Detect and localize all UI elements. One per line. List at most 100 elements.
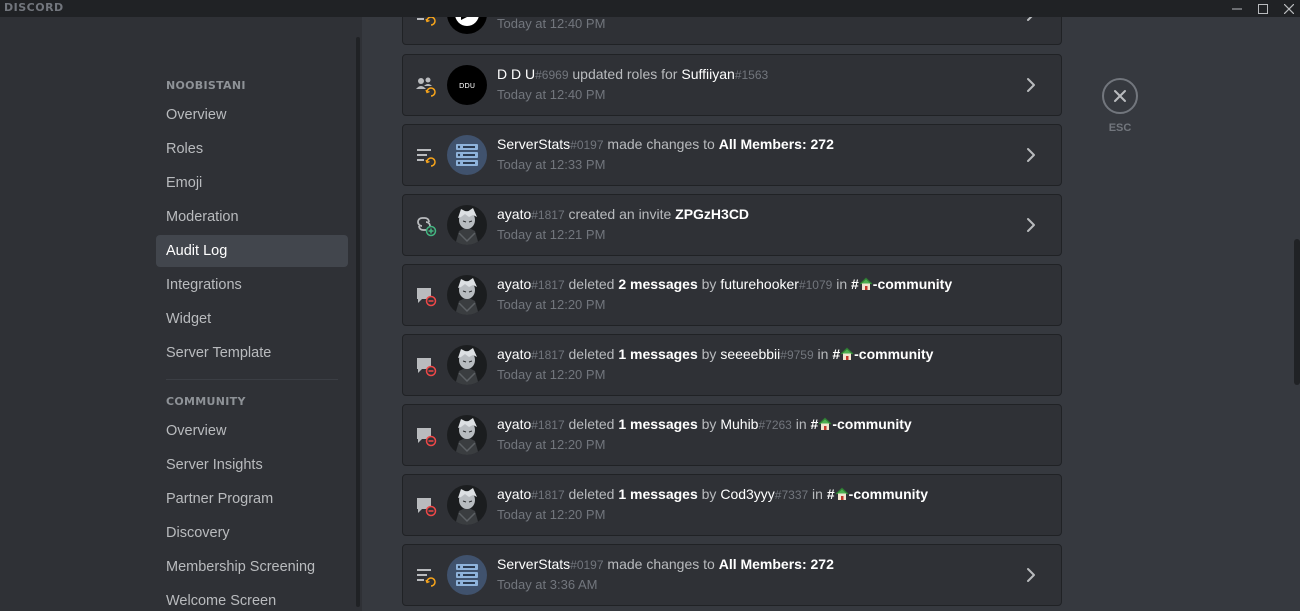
entry-user[interactable]: ayato [497,486,531,502]
server-section-header: NOOBISTANI [166,79,246,92]
nav-item-membership-screening[interactable]: Membership Screening [156,551,348,583]
entry-message-count: 1 messages [618,416,698,432]
audit-log-entry[interactable]: ayato#1817 deleted 1 messages by Cod3yyy… [402,474,1062,536]
chevron-right-icon[interactable] [1021,17,1041,24]
nav-item-discovery[interactable]: Discovery [156,517,348,549]
channel-hash: # [832,346,841,362]
channel-hash: # [826,486,835,502]
entry-timestamp: Today at 12:21 PM [497,227,606,242]
entry-action: deleted [564,416,619,432]
nav-item-partner-program[interactable]: Partner Program [156,483,348,515]
audit-log-entry[interactable]: ayato#1817 deleted 1 messages by seeeebb… [402,334,1062,396]
chevron-right-icon[interactable] [1021,565,1041,585]
nav-item-roles[interactable]: Roles [156,133,348,165]
entry-timestamp: Today at 12:40 PM [497,17,606,31]
entry-user-discriminator: #6969 [535,68,569,82]
nav-divider [166,379,338,380]
audit-log-entry[interactable]: ServerStats#0197 made changes to All Mem… [402,544,1062,606]
avatar [447,17,487,34]
nav-item-server-template[interactable]: Server Template [156,337,348,369]
maximize-icon[interactable] [1252,0,1274,17]
entry-target[interactable]: seeeebbii [720,346,780,362]
entry-timestamp: Today at 12:20 PM [497,437,606,452]
entry-action: made changes to [603,556,719,572]
channel-name[interactable]: -community [854,346,933,362]
roles-update-icon [415,75,437,97]
entry-user-discriminator: #0197 [570,138,604,152]
nav-item-overview[interactable]: Overview [156,99,348,131]
close-window-icon[interactable] [1278,0,1300,17]
entry-timestamp: Today at 12:40 PM [497,87,606,102]
content-scrollbar[interactable] [1294,239,1300,385]
entry-target[interactable]: Suffiiyan [681,66,734,82]
house-emoji-icon [840,347,854,361]
entry-user-discriminator: #1817 [531,348,565,362]
entry-message-count: 1 messages [618,346,698,362]
channel-name[interactable]: -community [849,486,928,502]
esc-label: ESC [1108,122,1132,134]
entry-user[interactable]: ayato [497,346,531,362]
entry-summary: ServerStats#0197 made changes to All Mem… [497,136,834,152]
entry-user[interactable]: ayato [497,206,531,222]
list-update-icon [415,145,437,167]
invite-create-icon [415,215,437,237]
entry-target[interactable]: Cod3yyy [720,486,774,502]
audit-log-entry[interactable]: Today at 12:40 PM [402,17,1062,45]
entry-target: ZPGzH3CD [675,206,750,222]
nav-item-audit-log[interactable]: Audit Log [156,235,348,267]
entry-action: made changes to [603,136,719,152]
audit-log-entry[interactable]: ayato#1817 deleted 2 messages by futureh… [402,264,1062,326]
avatar [447,415,487,455]
message-delete-icon [415,425,437,447]
nav-item-community-overview[interactable]: Overview [156,415,348,447]
chevron-right-icon[interactable] [1021,75,1041,95]
entry-user-discriminator: #0197 [570,558,604,572]
channel-name[interactable]: -community [873,276,952,292]
entry-target[interactable]: futurehooker [720,276,799,292]
nav-item-emoji[interactable]: Emoji [156,167,348,199]
avatar [447,345,487,385]
audit-log-entry[interactable]: DDU D D U#6969 updated roles for Suffiiy… [402,54,1062,116]
sidebar-scrollbar[interactable] [356,37,360,607]
entry-user[interactable]: ayato [497,276,531,292]
nav-item-server-insights[interactable]: Server Insights [156,449,348,481]
channel-name[interactable]: -community [832,416,911,432]
entry-summary: ServerStats#0197 made changes to All Mem… [497,556,834,572]
audit-log-entry[interactable]: ayato#1817 deleted 1 messages by Muhib#7… [402,404,1062,466]
entry-target: All Members: 272 [718,556,834,572]
nav-item-integrations[interactable]: Integrations [156,269,348,301]
entry-user-discriminator: #1817 [531,208,565,222]
audit-log-entry[interactable]: ayato#1817 created an invite ZPGzH3CD To… [402,194,1062,256]
community-section-header: COMMUNITY [166,395,246,408]
entry-target-discriminator: #9759 [780,348,814,362]
entry-user[interactable]: D D U [497,66,535,82]
minimize-icon[interactable] [1226,0,1248,17]
entry-by: by [697,486,721,502]
entry-timestamp: Today at 12:33 PM [497,157,606,172]
entry-target-discriminator: #7263 [758,418,792,432]
message-delete-icon [415,285,437,307]
chevron-right-icon[interactable] [1021,215,1041,235]
avatar [447,205,487,245]
app-brand: DISCORD [4,1,64,14]
nav-item-widget[interactable]: Widget [156,303,348,335]
entry-target-discriminator: #7337 [774,488,809,502]
close-settings: ESC [1102,78,1138,134]
nav-item-moderation[interactable]: Moderation [156,201,348,233]
audit-log-entry[interactable]: ServerStats#0197 made changes to All Mem… [402,124,1062,186]
avatar [447,485,487,525]
nav-item-welcome-screen[interactable]: Welcome Screen [156,585,348,611]
entry-user[interactable]: ServerStats [497,556,570,572]
entry-message-count: 2 messages [618,276,698,292]
entry-timestamp: Today at 3:36 AM [497,577,598,592]
chevron-right-icon[interactable] [1021,145,1041,165]
entry-action: updated roles for [568,66,682,82]
entry-target[interactable]: Muhib [720,416,758,432]
entry-user[interactable]: ServerStats [497,136,570,152]
audit-log-panel: Today at 12:40 PM DDU D D U#6969 updated… [362,17,1300,611]
svg-text:DDU: DDU [459,82,475,90]
message-delete-icon [415,495,437,517]
entry-user[interactable]: ayato [497,416,531,432]
entry-target-discriminator: #1563 [734,68,769,82]
close-settings-button[interactable] [1102,78,1138,114]
